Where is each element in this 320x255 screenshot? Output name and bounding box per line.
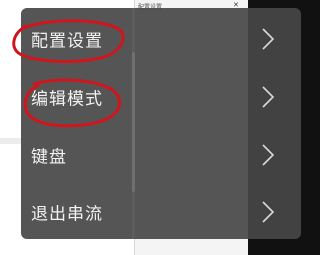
chevron-right-icon xyxy=(262,28,275,50)
menu-item-label: 退出串流 xyxy=(31,204,103,225)
stream-menu: 配置设置 编辑模式 键盘 退出串流 xyxy=(21,8,301,239)
menu-item-label: 键盘 xyxy=(31,147,67,168)
chevron-right-icon xyxy=(262,86,275,108)
chevron-right-icon xyxy=(262,201,275,223)
chevron-right-icon xyxy=(262,144,275,166)
menu-item-keyboard[interactable]: 键盘 xyxy=(21,127,301,183)
menu-item-exit-stream[interactable]: 退出串流 xyxy=(21,184,301,239)
menu-item-label: 配置设置 xyxy=(31,31,103,52)
background-band xyxy=(0,138,22,144)
menu-item-config-settings[interactable]: 配置设置 xyxy=(21,11,301,67)
menu-item-label: 编辑模式 xyxy=(31,89,103,110)
menu-item-edit-mode[interactable]: 编辑模式 xyxy=(21,69,301,125)
